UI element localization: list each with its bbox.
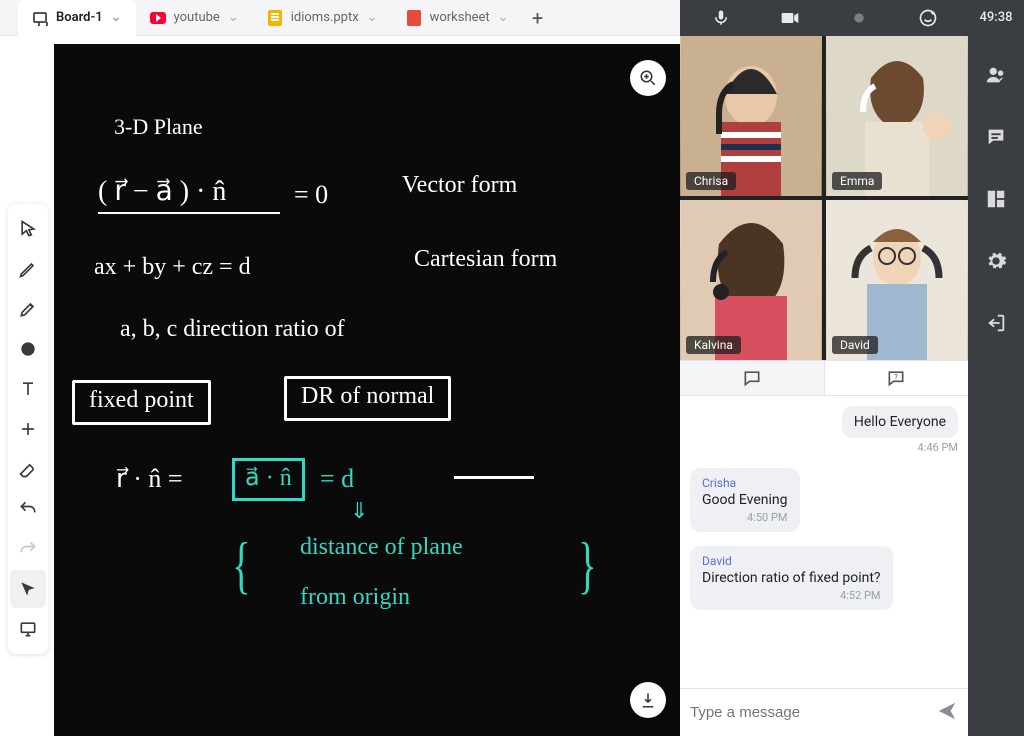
teal-eq-lhs: r⃗ · n̂ =: [116, 464, 183, 494]
chevron-down-icon[interactable]: ⌄: [498, 10, 509, 25]
svg-text:?: ?: [894, 373, 898, 382]
add-tab-button[interactable]: +: [523, 6, 553, 30]
cartesian-form-label: Cartesian form: [414, 246, 557, 273]
exit-button[interactable]: [978, 305, 1014, 341]
participant-name: David: [832, 336, 878, 354]
teal-text-2: from origin: [300, 584, 410, 611]
tab-youtube[interactable]: youtube ⌄: [136, 0, 253, 36]
highlighter-tool[interactable]: [10, 290, 46, 328]
direction-ratio-text: a, b, c direction ratio of: [120, 316, 345, 343]
teal-text-1: distance of plane: [300, 534, 463, 561]
tab-slides[interactable]: idioms.pptx ⌄: [253, 0, 392, 36]
undo-button[interactable]: [10, 490, 46, 528]
chat-rail-button[interactable]: [978, 119, 1014, 155]
message-time: 4:50 PM: [702, 511, 788, 524]
camera-button[interactable]: [774, 4, 806, 32]
cursor-tool[interactable]: [10, 210, 46, 248]
message-text: Direction ratio of fixed point?: [702, 570, 881, 586]
insert-tool[interactable]: [10, 410, 46, 448]
dr-normal-box: DR of normal: [284, 376, 451, 421]
chat-messages: Hello Everyone 4:46 PM Crisha Good Eveni…: [680, 396, 968, 688]
message-sender: David: [702, 554, 881, 568]
brace-open-icon: {: [232, 528, 250, 602]
participant-name: Emma: [832, 172, 882, 190]
vector-form-label: Vector form: [402, 172, 517, 199]
teal-box: a⃗ · n̂: [232, 458, 305, 501]
fixed-point-box: fixed point: [72, 380, 211, 425]
brace-close-icon: }: [578, 528, 596, 602]
pdf-icon: [406, 10, 422, 26]
tab-label: idioms.pptx: [291, 10, 359, 25]
chat-tab-messages[interactable]: [680, 361, 825, 395]
message-time: 4:52 PM: [702, 589, 881, 602]
chat-composer: [680, 688, 968, 736]
drawing-toolbar: [8, 204, 48, 654]
chat-message: David Direction ratio of fixed point? 4:…: [690, 546, 958, 610]
message-sender: Crisha: [702, 476, 788, 490]
shape-tool[interactable]: [10, 330, 46, 368]
video-grid: Chrisa Emma Kalvina David: [680, 36, 968, 360]
participant-name: Kalvina: [686, 336, 741, 354]
text-tool[interactable]: [10, 370, 46, 408]
present-tool[interactable]: [10, 610, 46, 648]
pointer-tool[interactable]: [10, 570, 46, 608]
send-button[interactable]: [936, 700, 958, 726]
down-arrow-icon: ⇓: [350, 498, 368, 524]
teal-eq-rhs: = d: [320, 464, 354, 494]
message-text: Good Evening: [702, 492, 788, 508]
participant-tile[interactable]: Chrisa: [680, 36, 822, 196]
tab-label: youtube: [174, 10, 220, 25]
microphone-button[interactable]: [705, 4, 737, 32]
chat-tabs: ?: [680, 360, 968, 396]
vector-form-lhs: ( r⃗ − a⃗ ) · n̂: [98, 174, 226, 208]
message-time: 4:46 PM: [690, 441, 958, 454]
chevron-down-icon[interactable]: ⌄: [367, 10, 378, 25]
layout-button[interactable]: [978, 181, 1014, 217]
settings-button[interactable]: [978, 243, 1014, 279]
chat-message: Crisha Good Evening 4:50 PM: [690, 468, 958, 532]
pencil-tool[interactable]: [10, 250, 46, 288]
cartesian-form-lhs: ax + by + cz = d: [94, 254, 251, 281]
message-input[interactable]: [690, 704, 928, 721]
eraser-tool[interactable]: [10, 450, 46, 488]
participant-tile[interactable]: David: [826, 200, 968, 360]
chat-tab-questions[interactable]: ?: [825, 361, 969, 395]
tab-board[interactable]: Board-1 ⌄: [18, 0, 136, 36]
file-tabs: Board-1 ⌄ youtube ⌄ idioms.pptx ⌄ worksh…: [0, 0, 680, 36]
whiteboard-canvas[interactable]: 3-D Plane ( r⃗ − a⃗ ) · n̂ = 0 Vector fo…: [54, 44, 680, 736]
blank-line: [454, 476, 534, 479]
reactions-button[interactable]: [912, 4, 944, 32]
tab-label: Board-1: [56, 10, 103, 25]
participant-tile[interactable]: Kalvina: [680, 200, 822, 360]
call-timer: 49:38: [980, 10, 1013, 25]
underline: [98, 212, 280, 214]
redo-button[interactable]: [10, 530, 46, 568]
participant-tile[interactable]: Emma: [826, 36, 968, 196]
chat-message: Hello Everyone 4:46 PM: [690, 406, 958, 454]
side-rail: 49:38: [968, 0, 1024, 736]
record-button[interactable]: [843, 4, 875, 32]
slides-icon: [267, 10, 283, 26]
chevron-down-icon[interactable]: ⌄: [111, 10, 122, 25]
board-title: 3-D Plane: [114, 114, 203, 140]
board-icon: [32, 10, 48, 26]
zoom-in-button[interactable]: [630, 60, 666, 96]
download-button[interactable]: [630, 682, 666, 718]
participant-name: Chrisa: [686, 172, 736, 190]
vector-form-eq: = 0: [294, 180, 328, 210]
chevron-down-icon[interactable]: ⌄: [228, 10, 239, 25]
call-controls: [680, 0, 968, 36]
youtube-icon: [150, 10, 166, 26]
tab-pdf[interactable]: worksheet ⌄: [392, 0, 523, 36]
message-text: Hello Everyone: [842, 406, 958, 438]
tab-label: worksheet: [430, 10, 490, 25]
participants-button[interactable]: [978, 57, 1014, 93]
